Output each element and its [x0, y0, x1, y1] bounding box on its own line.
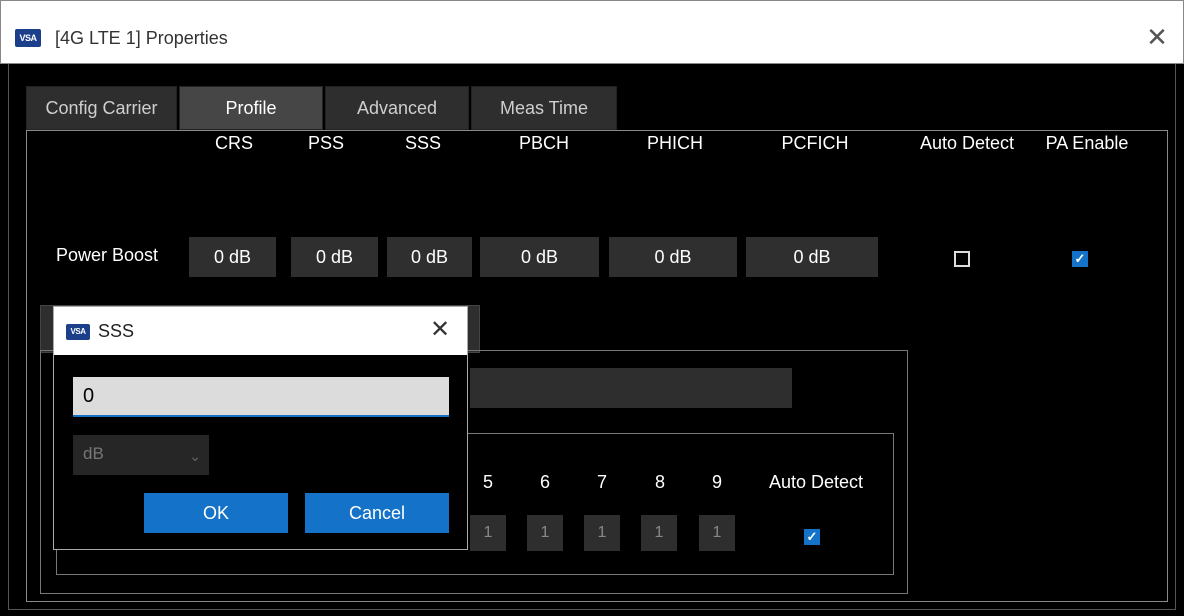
- pbch-value-field[interactable]: 0 dB: [480, 237, 599, 277]
- subframe-header-8: 8: [654, 472, 665, 492]
- pa-enable-checkbox[interactable]: ✓: [1072, 251, 1088, 267]
- tab-meas-time[interactable]: Meas Time: [471, 86, 617, 130]
- subframe-value-8[interactable]: 1: [641, 515, 677, 551]
- sub-panel-field[interactable]: [470, 368, 792, 408]
- subframe-header-6: 6: [539, 472, 550, 492]
- chevron-down-icon: ⌄: [189, 448, 201, 464]
- sss-dialog: VSA SSS ✕ dB ⌄ OK Cancel: [53, 306, 468, 550]
- phich-value-field[interactable]: 0 dB: [609, 237, 737, 277]
- column-header-phich: PHICH: [646, 133, 703, 153]
- power-boost-label: Power Boost: [56, 245, 159, 265]
- dialog-close-icon[interactable]: ✕: [425, 315, 455, 345]
- app-logo-icon: VSA: [15, 29, 41, 47]
- subframe-value-9[interactable]: 1: [699, 515, 735, 551]
- window-title: [4G LTE 1] Properties: [55, 28, 228, 48]
- subframe-header-5: 5: [482, 472, 493, 492]
- window-titlebar: VSA [4G LTE 1] Properties ✕: [0, 0, 1184, 64]
- subframe-header-9: 9: [711, 472, 722, 492]
- tab-profile[interactable]: Profile: [179, 86, 323, 130]
- close-icon[interactable]: ✕: [1143, 23, 1171, 51]
- unit-select[interactable]: dB ⌄: [73, 435, 209, 475]
- column-header-pss: PSS: [307, 133, 345, 153]
- column-header-crs: CRS: [214, 133, 253, 153]
- crs-value-field[interactable]: 0 dB: [189, 237, 276, 277]
- tab-config-carrier[interactable]: Config Carrier: [26, 86, 177, 130]
- properties-window: VSA [4G LTE 1] Properties ✕ Config Carri…: [0, 0, 1184, 616]
- subframe-header-auto-detect: Auto Detect: [768, 472, 864, 492]
- sss-value-field[interactable]: 0 dB: [387, 237, 472, 277]
- cancel-button[interactable]: Cancel: [305, 493, 449, 533]
- column-header-pbch: PBCH: [518, 133, 569, 153]
- pcfich-value-field[interactable]: 0 dB: [746, 237, 878, 277]
- column-header-auto-detect: Auto Detect: [919, 133, 1015, 153]
- dialog-title: SSS: [98, 321, 135, 341]
- unit-select-value: dB: [83, 444, 104, 463]
- app-logo-icon: VSA: [66, 324, 90, 340]
- pss-value-field[interactable]: 0 dB: [291, 237, 378, 277]
- sss-value-input[interactable]: [73, 377, 449, 417]
- tab-advanced[interactable]: Advanced: [325, 86, 469, 130]
- auto-detect-checkbox[interactable]: [954, 251, 970, 267]
- ok-button[interactable]: OK: [144, 493, 288, 533]
- column-header-pa-enable: PA Enable: [1045, 133, 1129, 153]
- subframe-header-7: 7: [596, 472, 607, 492]
- subframe-auto-detect-checkbox[interactable]: ✓: [804, 529, 820, 545]
- column-header-sss: SSS: [404, 133, 442, 153]
- subframe-value-6[interactable]: 1: [527, 515, 563, 551]
- dialog-titlebar: VSA SSS ✕: [54, 307, 467, 355]
- subframe-value-5[interactable]: 1: [470, 515, 506, 551]
- subframe-value-7[interactable]: 1: [584, 515, 620, 551]
- column-header-pcfich: PCFICH: [781, 133, 849, 153]
